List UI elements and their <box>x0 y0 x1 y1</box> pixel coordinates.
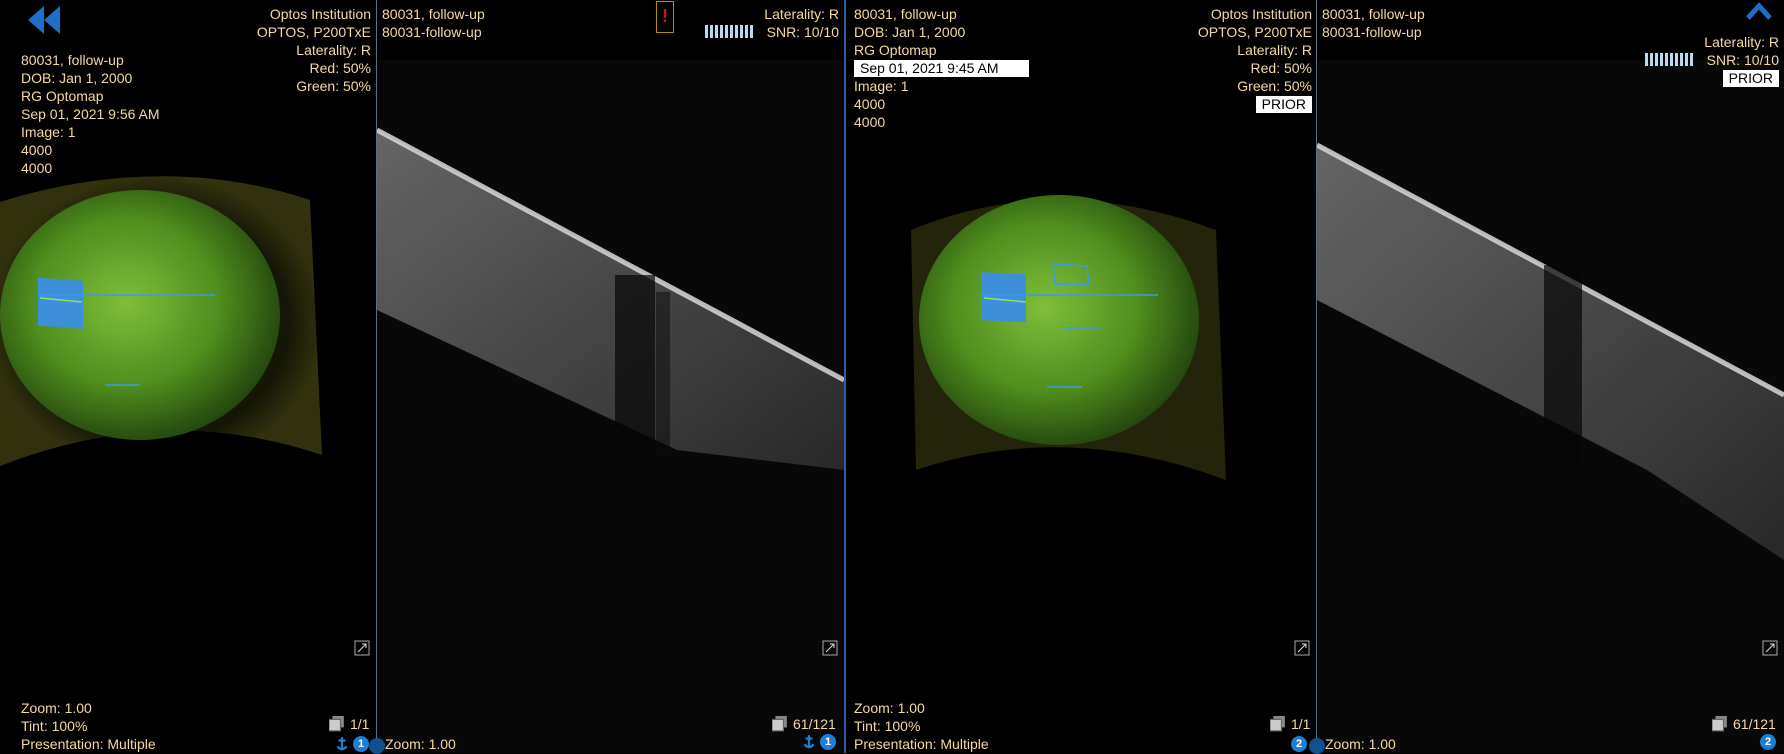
laterality: Laterality: R <box>1237 42 1312 58</box>
image-stack-icon <box>329 716 344 732</box>
view-settings: Zoom: 1.00 Tint: 100% Presentation: Mult… <box>21 699 156 753</box>
expand-icon[interactable] <box>1762 640 1778 656</box>
slice-counter: 61/121 <box>793 716 836 732</box>
institution: Optos Institution <box>269 6 371 22</box>
snr-value: SNR: 10/10 <box>766 24 839 40</box>
device: OPTOS, P200TxE <box>256 24 371 40</box>
patient-id: 80031, follow-up <box>382 6 485 22</box>
zoom-level: Zoom: 1.00 <box>854 700 925 716</box>
image-width: 4000 <box>21 142 53 158</box>
zoom-level: Zoom: 1.00 <box>385 736 456 752</box>
laterality: Laterality: R <box>764 6 839 22</box>
warning-indicator[interactable]: ! <box>656 1 674 33</box>
viewport-number-badge[interactable]: 2 <box>1291 736 1307 752</box>
institution: Optos Institution <box>1210 6 1312 22</box>
image-stack-icon <box>772 716 787 732</box>
snr-row: SNR: 10/10 <box>704 23 839 42</box>
prior-badge: PRIOR <box>1722 70 1779 87</box>
image-stack-icon <box>1712 716 1727 732</box>
oct-viewport-2[interactable]: 80031, follow-up 80031-follow-up Lateral… <box>1317 0 1784 753</box>
expand-icon[interactable] <box>354 640 370 656</box>
scan-quality-info: Laterality: R SNR: 10/10 <box>704 5 839 42</box>
anchor-icon[interactable] <box>801 734 817 750</box>
double-chevron-left-icon[interactable] <box>24 4 62 36</box>
chevron-up-icon[interactable] <box>1746 2 1772 20</box>
prior-badge: PRIOR <box>1255 96 1312 113</box>
scan-name: 80031-follow-up <box>382 24 482 40</box>
red-channel: Red: 50% <box>1250 60 1312 76</box>
snr-bar <box>704 24 755 42</box>
snr-bar <box>1644 52 1695 70</box>
exam-date: Sep 01, 2021 9:56 AM <box>21 106 160 122</box>
expand-icon[interactable] <box>822 640 838 656</box>
dob: DOB: Jan 1, 2000 <box>21 70 133 86</box>
image-number: Image: 1 <box>21 124 76 140</box>
modality: RG Optomap <box>854 42 937 58</box>
red-channel: Red: 50% <box>309 60 371 76</box>
green-channel: Green: 50% <box>1237 78 1312 94</box>
image-number: Image: 1 <box>854 78 909 94</box>
dob: DOB: Jan 1, 2000 <box>854 24 966 40</box>
scan-region-marker[interactable] <box>38 277 83 329</box>
image-height: 4000 <box>21 160 53 176</box>
prior-row: PRIOR <box>1198 95 1312 113</box>
viewport-number-badge[interactable]: 1 <box>820 734 836 750</box>
laterality: Laterality: R <box>296 42 371 58</box>
presentation-mode: Presentation: Multiple <box>21 736 156 752</box>
patient-info: 80031, follow-up DOB: Jan 1, 2000 RG Opt… <box>854 5 1029 131</box>
image-stack-icon <box>1270 716 1285 732</box>
snr-value: SNR: 10/10 <box>1706 52 1779 68</box>
device-info: Optos Institution OPTOS, P200TxE Lateral… <box>1198 5 1312 113</box>
presentation-mode: Presentation: Multiple <box>854 736 989 752</box>
fundus-viewport-2[interactable]: 80031, follow-up DOB: Jan 1, 2000 RG Opt… <box>846 0 1316 753</box>
modality: RG Optomap <box>21 88 104 104</box>
link-dot[interactable] <box>1309 738 1325 754</box>
exam-date[interactable]: Sep 01, 2021 9:45 AM <box>854 60 1029 77</box>
viewport-number-badge[interactable]: 1 <box>353 736 369 752</box>
slice-counter: 61/121 <box>1733 716 1776 732</box>
anchor-icon[interactable] <box>334 736 350 752</box>
oct-bscan-image <box>377 60 844 753</box>
viewport-number-badge[interactable]: 2 <box>1760 734 1776 750</box>
patient-info: 80031, follow-up DOB: Jan 1, 2000 RG Opt… <box>21 51 160 177</box>
oct-viewport-1[interactable]: 80031, follow-up 80031-follow-up ! Later… <box>377 0 844 753</box>
exam-date-row: Sep 01, 2021 9:45 AM <box>854 59 1029 77</box>
device-info: Optos Institution OPTOS, P200TxE Lateral… <box>257 5 371 95</box>
prior-row: PRIOR <box>1645 69 1779 87</box>
image-width: 4000 <box>854 96 886 112</box>
device: OPTOS, P200TxE <box>1197 24 1312 40</box>
oct-bscan-image <box>1317 60 1784 753</box>
expand-icon[interactable] <box>1294 640 1310 656</box>
zoom-level: Zoom: 1.00 <box>21 700 92 716</box>
snr-row: SNR: 10/10 <box>1644 51 1779 70</box>
image-counter: 1/1 <box>350 716 370 732</box>
patient-id: 80031, follow-up <box>854 6 957 22</box>
image-counter: 1/1 <box>1291 716 1311 732</box>
green-channel: Green: 50% <box>296 78 371 94</box>
scan-info: 80031, follow-up 80031-follow-up <box>1322 5 1425 41</box>
zoom-level: Zoom: 1.00 <box>1325 736 1396 752</box>
scan-region-marker[interactable] <box>981 272 1026 323</box>
scan-quality-info: Laterality: R SNR: 10/10 PRIOR <box>1644 33 1779 87</box>
scan-info: 80031, follow-up 80031-follow-up <box>382 5 485 41</box>
link-dot[interactable] <box>369 738 385 754</box>
laterality: Laterality: R <box>1704 34 1779 50</box>
scan-name: 80031-follow-up <box>1322 24 1422 40</box>
image-height: 4000 <box>854 114 886 130</box>
tint-level: Tint: 100% <box>854 718 921 734</box>
tint-level: Tint: 100% <box>21 718 88 734</box>
patient-id: 80031, follow-up <box>1322 6 1425 22</box>
patient-id: 80031, follow-up <box>21 52 124 68</box>
fundus-viewport-1[interactable]: 80031, follow-up DOB: Jan 1, 2000 RG Opt… <box>0 0 376 753</box>
view-settings: Zoom: 1.00 Tint: 100% Presentation: Mult… <box>854 699 989 753</box>
